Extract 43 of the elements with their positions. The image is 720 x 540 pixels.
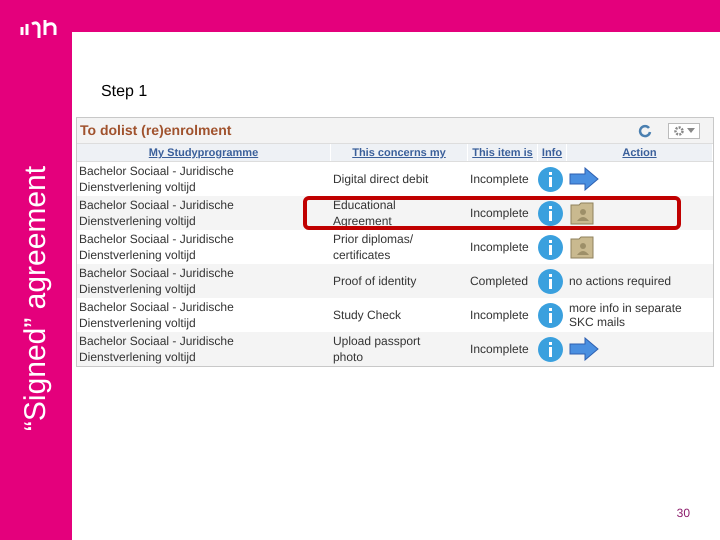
info-icon[interactable] (538, 166, 563, 192)
programme-cell-text: Bachelor Sociaal - Juridische Dienstverlening voltijd (78, 163, 235, 196)
column-header[interactable]: Info (538, 144, 567, 161)
page-number: 30 (676, 505, 690, 522)
concerns-cell-text: Study Check (332, 307, 402, 324)
status-cell-text: Completed (469, 273, 530, 290)
info-icon[interactable] (538, 336, 563, 362)
arrow-icon[interactable] (569, 337, 599, 361)
column-header[interactable]: Action (567, 144, 713, 161)
concerns-cell-text: Digital direct debit (332, 171, 430, 188)
caret-icon (686, 128, 694, 133)
arrow-icon[interactable] (569, 167, 599, 191)
folder-icon[interactable] (569, 234, 595, 260)
info-icon[interactable] (538, 302, 563, 328)
status-cell-text: Incomplete (469, 239, 530, 256)
concerns-cell-text: Educational Agreement (332, 197, 397, 230)
info-icon[interactable] (538, 268, 563, 294)
programme-cell-text: Bachelor Sociaal - Juridische Dienstverlening voltijd (78, 265, 235, 298)
concerns-cell-text: Proof of identity (332, 273, 418, 290)
panel-title: To dolist (re)enrolment (80, 121, 232, 140)
info-icon[interactable] (538, 234, 563, 260)
status-cell-text: Incomplete (469, 205, 530, 222)
gear-icon (674, 126, 684, 136)
concerns-cell-text: Upload passport photo (332, 333, 422, 366)
settings-button[interactable] (668, 122, 700, 138)
column-header[interactable]: My Studyprogramme (77, 144, 331, 161)
slide-side-title: “Signed” agreement (18, 165, 54, 431)
info-icon[interactable] (538, 200, 563, 226)
programme-cell-text: Bachelor Sociaal - Juridische Dienstverlening voltijd (78, 299, 235, 332)
action-text: more info in separate SKC mails (569, 301, 683, 329)
refresh-icon[interactable] (638, 124, 652, 138)
step-title: Step 1 (101, 82, 148, 102)
programme-cell-text: Bachelor Sociaal - Juridische Dienstverlening voltijd (78, 333, 235, 366)
programme-cell-text: Bachelor Sociaal - Juridische Dienstverlening voltijd (78, 231, 235, 264)
column-header[interactable]: This item is (468, 144, 538, 161)
column-header[interactable]: This concerns my (331, 144, 468, 161)
folder-icon[interactable] (569, 200, 595, 226)
concerns-cell-text: Prior diplomas/ certificates (332, 231, 414, 264)
status-cell-text: Incomplete (469, 171, 530, 188)
programme-cell-text: Bachelor Sociaal - Juridische Dienstverlening voltijd (78, 197, 235, 230)
action-text: no actions required (569, 274, 672, 288)
status-cell-text: Incomplete (469, 341, 530, 358)
status-cell-text: Incomplete (469, 307, 530, 324)
